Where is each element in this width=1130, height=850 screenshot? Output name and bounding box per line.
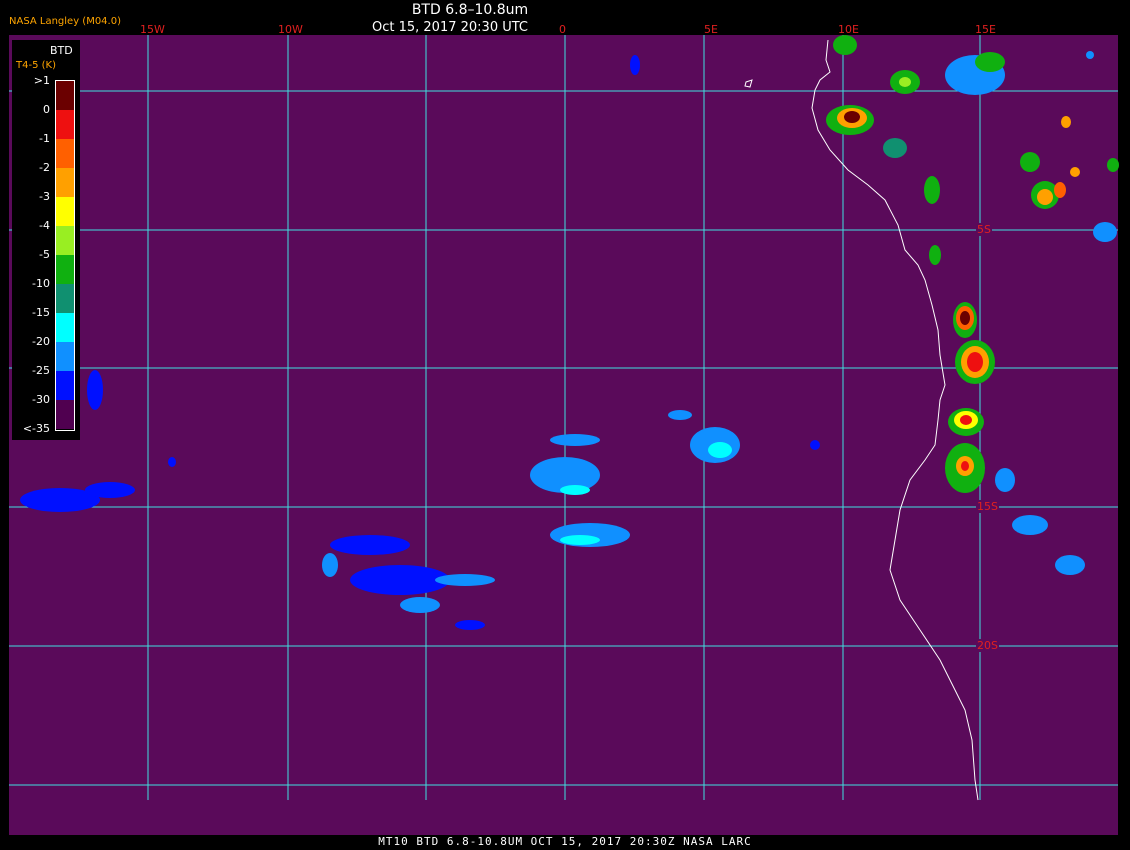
legend-swatch [56,110,74,139]
legend-label: -20 [32,335,50,348]
legend-swatch [56,197,74,226]
lon-label-0: 0 [559,23,566,36]
legend-swatch [56,255,74,284]
lon-label-10w: 10W [278,23,303,36]
legend-label: -15 [32,306,50,319]
product-title: BTD 6.8–10.8um [411,2,529,18]
legend-title: BTD [50,44,73,57]
legend-swatch [56,226,74,255]
legend-label: >1 [33,74,50,87]
legend-swatch [56,168,74,197]
lon-label-15e: 15E [975,23,996,36]
legend-label: -30 [32,393,50,406]
legend-swatch [56,371,74,400]
legend-label: -1 [39,132,50,145]
lon-label-5e: 5E [704,23,718,36]
lon-label-10e: 10E [838,23,859,36]
lat-label-15s: 15S [976,500,999,513]
lat-label-20s: 20S [976,639,999,652]
footer-caption: MT10 BTD 6.8-10.8UM OCT 15, 2017 20:30Z … [378,835,752,848]
legend-label: <-35 [22,422,50,435]
legend-swatch [56,342,74,371]
legend-label: -2 [39,161,50,174]
producer-brand: NASA Langley (M04.0) [9,16,121,27]
image-timestamp: Oct 15, 2017 20:30 UTC [372,20,528,35]
legend-swatch [56,313,74,342]
legend-label: -3 [39,190,50,203]
legend-swatch [56,400,74,429]
legend-swatch [56,284,74,313]
lat-label-5s: 5S [976,223,992,236]
legend-color-bar [55,80,75,431]
lon-label-15w: 15W [140,23,165,36]
legend-swatch [56,81,74,110]
legend-label: -4 [39,219,50,232]
legend-label: -25 [32,364,50,377]
color-legend: BTD T4-5 (K) >1 0 -1 -2 -3 -4 -5 -10 -15… [12,40,80,440]
legend-label: -5 [39,248,50,261]
map-canvas [9,35,1119,835]
legend-swatch [56,139,74,168]
legend-label: -10 [32,277,50,290]
legend-units: T4-5 (K) [16,60,56,71]
legend-label: 0 [43,103,50,116]
